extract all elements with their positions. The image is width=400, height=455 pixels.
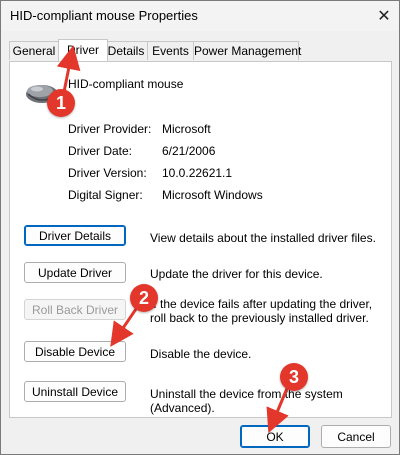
close-button[interactable]: ✕ — [369, 1, 399, 31]
cancel-button[interactable]: Cancel — [321, 425, 391, 448]
disable-device-button[interactable]: Disable Device — [24, 341, 126, 362]
digital-signer-value: Microsoft Windows — [162, 188, 263, 202]
driver-provider-label: Driver Provider: — [68, 122, 152, 136]
device-name: HID-compliant mouse — [68, 77, 184, 91]
driver-version-value: 10.0.22621.1 — [162, 166, 233, 180]
driver-provider-value: Microsoft — [162, 122, 211, 136]
driver-date-label: Driver Date: — [68, 144, 133, 158]
step-badge-1: 1 — [47, 89, 75, 117]
driver-version-label: Driver Version: — [68, 166, 147, 180]
tab-power-management[interactable]: Power Management — [193, 41, 301, 60]
driver-date-value: 6/21/2006 — [162, 144, 216, 158]
ok-button[interactable]: OK — [240, 425, 310, 448]
step-badge-3: 3 — [280, 363, 308, 391]
close-icon: ✕ — [377, 8, 391, 25]
roll-back-driver-desc: If the device fails after updating the d… — [150, 297, 373, 325]
tab-general[interactable]: General — [9, 41, 59, 60]
tab-events[interactable]: Events — [147, 41, 194, 60]
driver-details-button[interactable]: Driver Details — [24, 225, 126, 246]
uninstall-device-button[interactable]: Uninstall Device — [24, 381, 126, 402]
tab-driver[interactable]: Driver — [58, 39, 108, 61]
update-driver-desc: Update the driver for this device. — [150, 267, 323, 281]
properties-dialog: HID-compliant mouse Properties ✕ General… — [0, 0, 400, 455]
disable-device-desc: Disable the device. — [150, 347, 252, 361]
driver-details-desc: View details about the installed driver … — [150, 231, 376, 245]
tab-details[interactable]: Details — [104, 41, 148, 60]
update-driver-button[interactable]: Update Driver — [24, 262, 126, 283]
digital-signer-label: Digital Signer: — [68, 188, 143, 202]
step-badge-2: 2 — [130, 284, 158, 312]
roll-back-driver-button[interactable]: Roll Back Driver — [24, 299, 126, 320]
uninstall-device-desc: Uninstall the device from the system (Ad… — [150, 387, 343, 415]
window-title: HID-compliant mouse Properties — [10, 8, 198, 23]
title-bar: HID-compliant mouse Properties ✕ — [1, 1, 399, 31]
